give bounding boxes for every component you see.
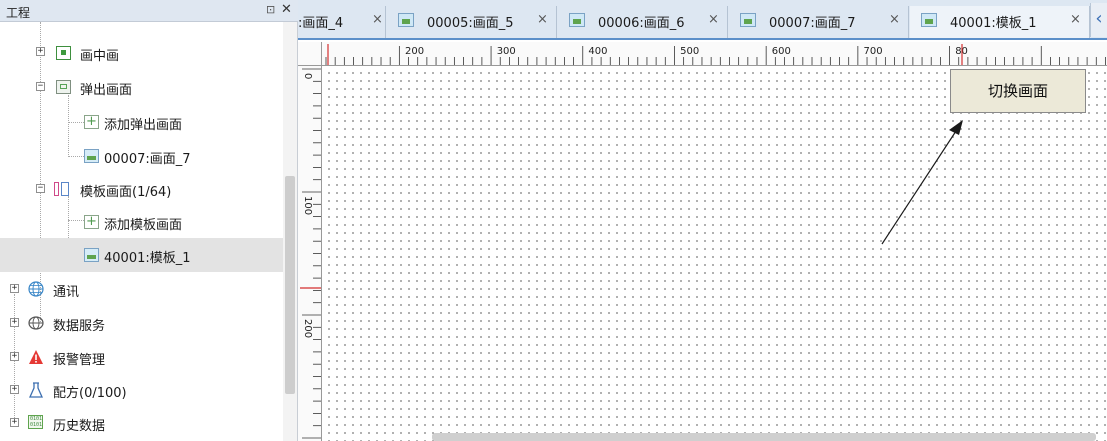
tab-label: 00007:画面_7 xyxy=(769,16,856,31)
tree-scrollbar-thumb[interactable] xyxy=(285,176,295,394)
ruler-label: 700 xyxy=(864,46,883,57)
tree-item-label: 40001:模板_1 xyxy=(104,251,191,266)
tree-item-label: 数据服务 xyxy=(53,319,106,334)
add-icon: + xyxy=(84,115,99,129)
vertical-ruler: 0100200300 xyxy=(298,42,322,441)
ruler-label: 200 xyxy=(302,319,313,338)
tree-item-label: 报警管理 xyxy=(53,353,106,368)
expand-icon[interactable]: + xyxy=(10,284,19,293)
panel-title: 工程 xyxy=(6,6,31,20)
tree-item-history-data[interactable]: + 0101 0101 历史数据 xyxy=(0,406,283,440)
close-icon[interactable]: × xyxy=(537,12,548,27)
tree-item-label: 通讯 xyxy=(53,285,80,300)
database-icon xyxy=(28,315,44,330)
tree-item-communication[interactable]: + 通讯 xyxy=(0,272,283,306)
tree-item-add-template[interactable]: + 添加模板画面 xyxy=(0,205,283,239)
ruler-label: 200 xyxy=(405,46,424,57)
screen-icon xyxy=(921,13,937,27)
tab-screen-5[interactable]: 00005:画面_5 × xyxy=(387,6,557,38)
tree-item-label: 画中画 xyxy=(80,49,120,64)
add-icon: + xyxy=(84,215,99,229)
ruler-corner xyxy=(298,42,322,66)
close-icon[interactable]: × xyxy=(1070,12,1081,27)
tab-screen-4[interactable]: :画面_4 × xyxy=(298,6,386,38)
tab-label: 00006:画面_6 xyxy=(598,16,685,31)
tree-item-template-screens[interactable]: − 模板画面(1/64) xyxy=(0,172,283,206)
tree-item-label: 添加弹出画面 xyxy=(104,118,183,133)
tab-screen-7[interactable]: 00007:画面_7 × xyxy=(729,6,909,38)
pin-icon[interactable]: ⊡ xyxy=(266,3,275,16)
tree-item-label: 添加模板画面 xyxy=(104,218,183,233)
collapse-icon[interactable]: − xyxy=(36,82,45,91)
tree-item-recipe[interactable]: + 配方(0/100) xyxy=(0,373,283,407)
tab-label: :画面_4 xyxy=(298,16,344,31)
tree-item-label: 弹出画面 xyxy=(80,83,133,98)
switch-screen-button[interactable]: 切换画面 xyxy=(950,69,1086,113)
tree-item-label: 配方(0/100) xyxy=(53,386,127,401)
popup-screen-icon xyxy=(56,80,71,94)
tab-template-1[interactable]: 40001:模板_1 × xyxy=(910,6,1090,38)
horizontal-ruler: 20030040050060070080 xyxy=(298,42,1107,66)
tab-label: 40001:模板_1 xyxy=(950,16,1037,31)
tab-scroll-left-icon[interactable]: ‹ xyxy=(1090,3,1107,37)
ruler-label: 0 xyxy=(302,73,313,79)
tab-label: 00005:画面_5 xyxy=(427,16,514,31)
tree-item-template-1[interactable]: 40001:模板_1 xyxy=(0,238,283,272)
tree-item-picture-in-picture[interactable]: + 画中画 xyxy=(0,36,283,70)
tree-item-label: 模板画面(1/64) xyxy=(80,185,172,200)
alarm-warning-icon xyxy=(28,349,43,364)
tree-item-popup-screens[interactable]: − 弹出画面 xyxy=(0,70,283,104)
close-icon[interactable]: × xyxy=(889,12,900,27)
design-canvas[interactable] xyxy=(323,67,1107,441)
tree-item-alarm-management[interactable]: + 报警管理 xyxy=(0,340,283,374)
screen-icon xyxy=(84,149,99,163)
close-icon[interactable]: × xyxy=(372,12,383,27)
expand-icon[interactable]: + xyxy=(10,418,19,427)
binary-data-icon: 0101 0101 xyxy=(28,415,43,429)
canvas-horizontal-scrollbar[interactable] xyxy=(432,433,1096,441)
expand-icon[interactable]: + xyxy=(10,352,19,361)
tree-item-data-service[interactable]: + 数据服务 xyxy=(0,306,283,340)
ruler-label: 100 xyxy=(302,196,313,215)
ruler-label: 300 xyxy=(497,46,516,57)
globe-icon xyxy=(28,281,44,297)
screen-icon xyxy=(569,13,585,27)
ruler-label: 500 xyxy=(680,46,699,57)
tree-item-label: 00007:画面_7 xyxy=(104,152,191,167)
screen-icon xyxy=(84,248,99,262)
ruler-label: 600 xyxy=(772,46,791,57)
panel-header: 工程 ⊡ ✕ xyxy=(0,0,298,22)
flask-icon xyxy=(28,382,44,398)
collapse-icon[interactable]: − xyxy=(36,184,45,193)
document-tabs: :画面_4 × 00005:画面_5 × 00006:画面_6 × 00007:… xyxy=(298,0,1107,40)
tab-screen-6[interactable]: 00006:画面_6 × xyxy=(558,6,728,38)
screen-icon xyxy=(398,13,414,27)
close-icon[interactable]: ✕ xyxy=(281,2,292,17)
tree-item-label: 历史数据 xyxy=(53,419,106,434)
screen-icon xyxy=(740,13,756,27)
close-icon[interactable]: × xyxy=(708,12,719,27)
expand-icon[interactable]: + xyxy=(36,47,45,56)
ruler-label: 400 xyxy=(588,46,607,57)
expand-icon[interactable]: + xyxy=(10,385,19,394)
tree-item-screen-7[interactable]: 00007:画面_7 xyxy=(0,139,283,173)
tree-item-add-popup[interactable]: + 添加弹出画面 xyxy=(0,105,283,139)
expand-icon[interactable]: + xyxy=(10,318,19,327)
project-panel: 工程 ⊡ ✕ + 画中画 − 弹出画面 + 添加弹出画面 00007:画面_7 xyxy=(0,0,298,441)
picture-in-picture-icon xyxy=(56,46,71,60)
template-screen-icon xyxy=(54,182,69,196)
